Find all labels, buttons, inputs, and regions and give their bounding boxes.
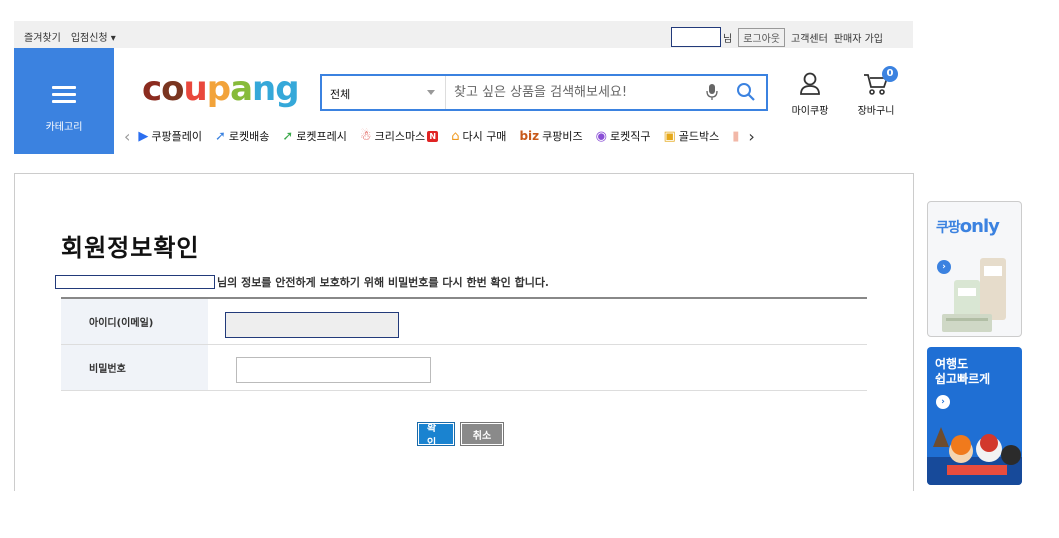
- coupang-only-banner[interactable]: 쿠팡only ›: [927, 201, 1022, 337]
- coupang-logo[interactable]: coupang: [142, 72, 300, 106]
- banner-title: 쿠팡only: [936, 216, 1000, 237]
- search-category-select[interactable]: 전체: [322, 76, 446, 109]
- nav-item-coupang-biz[interactable]: biz 쿠팡비즈: [519, 128, 582, 144]
- password-row: 비밀번호: [61, 345, 867, 391]
- cart-count-badge: 0: [882, 66, 898, 82]
- search-icon[interactable]: [736, 82, 756, 102]
- top-utility-bar: 즐겨찾기 입점신청 ▾ 님 로그아웃 고객센터 판매자 가입: [14, 21, 913, 48]
- seller-apply-dropdown[interactable]: 입점신청 ▾: [71, 29, 116, 44]
- category-menu-button[interactable]: 카테고리: [14, 48, 114, 154]
- logout-button[interactable]: 로그아웃: [738, 27, 786, 47]
- play-icon: ▶: [138, 128, 149, 144]
- customer-center-link[interactable]: 고객센터: [791, 30, 828, 45]
- search-bar: 전체: [320, 74, 768, 111]
- nav-item-buy-again[interactable]: ⌂ 다시 구매: [451, 128, 506, 144]
- category-shortcut-nav: ‹ ▶ 쿠팡플레이 ➚ 로켓배송 ➚ 로켓프레시 ☃ 크리스마스 N ⌂ 다시 구매 biz…: [124, 126, 904, 146]
- nav-item-gold-box[interactable]: ▣ 골드박스: [663, 128, 719, 144]
- bag-icon: ▮: [732, 128, 740, 144]
- rocket-icon: ➚: [215, 128, 226, 144]
- header: 카테고리 coupang 전체 마이쿠팡 0: [14, 48, 913, 154]
- chevron-down-icon: [427, 90, 435, 95]
- santa-icon: ☃: [359, 128, 372, 144]
- page-title: 회원정보확인: [61, 234, 200, 262]
- hamburger-icon: [52, 86, 76, 104]
- search-input[interactable]: [454, 82, 694, 102]
- confirm-button[interactable]: 확인: [417, 422, 455, 449]
- masked-username: [671, 27, 721, 47]
- masked-user-id: [55, 275, 215, 289]
- verify-form: 아이디(이메일) 비밀번호: [61, 297, 867, 391]
- bookmark-link[interactable]: 즐겨찾기: [24, 29, 61, 44]
- home-icon: ⌂: [451, 128, 460, 144]
- id-row: 아이디(이메일): [61, 299, 867, 345]
- travel-characters-image: [927, 427, 1022, 485]
- user-suffix: 님: [723, 33, 733, 45]
- password-label: 비밀번호: [61, 345, 208, 390]
- global-rocket-icon: ◉: [595, 128, 607, 144]
- category-label: 카테고리: [45, 122, 83, 133]
- nav-item-partial[interactable]: ▮: [732, 130, 742, 143]
- new-badge-icon: N: [427, 130, 439, 142]
- product-image: [942, 258, 1006, 332]
- nav-item-rocket-global[interactable]: ◉ 로켓직구: [596, 128, 651, 144]
- cart-button[interactable]: 0 장바구니: [850, 66, 902, 117]
- nav-item-rocket-fresh[interactable]: ➚ 로켓프레시: [282, 128, 347, 144]
- banner-title: 여행도 쉽고빠르게: [935, 357, 991, 386]
- id-label: 아이디(이메일): [61, 299, 208, 344]
- id-readonly-field: [225, 312, 399, 338]
- chevron-right-icon[interactable]: ›: [748, 127, 754, 146]
- travel-banner[interactable]: 여행도 쉽고빠르게 ›: [927, 347, 1022, 485]
- user-icon: [800, 72, 820, 95]
- nav-item-christmas[interactable]: ☃ 크리스마스 N: [359, 128, 439, 144]
- microphone-icon[interactable]: [706, 83, 718, 101]
- cart-label: 장바구니: [857, 106, 895, 117]
- my-coupang-button[interactable]: 마이쿠팡: [784, 72, 836, 117]
- nav-item-coupang-play[interactable]: ▶ 쿠팡플레이: [138, 128, 202, 144]
- form-buttons: 확인 취소: [417, 422, 504, 449]
- password-input[interactable]: [236, 357, 431, 383]
- chevron-left-icon[interactable]: ‹: [124, 127, 130, 146]
- my-coupang-label: 마이쿠팡: [791, 106, 829, 117]
- seller-join-link[interactable]: 판매자 가입: [834, 30, 883, 45]
- gold-box-icon: ▣: [663, 128, 676, 144]
- cancel-button[interactable]: 취소: [460, 422, 504, 446]
- biz-icon: biz: [519, 129, 540, 143]
- notice-text: 님의 정보를 안전하게 보호하기 위해 비밀번호를 다시 한번 확인 합니다.: [55, 274, 549, 290]
- member-verify-panel: 회원정보확인 님의 정보를 안전하게 보호하기 위해 비밀번호를 다시 한번 확…: [14, 173, 914, 491]
- nav-item-rocket-delivery[interactable]: ➚ 로켓배송: [215, 128, 269, 144]
- fresh-rocket-icon: ➚: [282, 128, 294, 144]
